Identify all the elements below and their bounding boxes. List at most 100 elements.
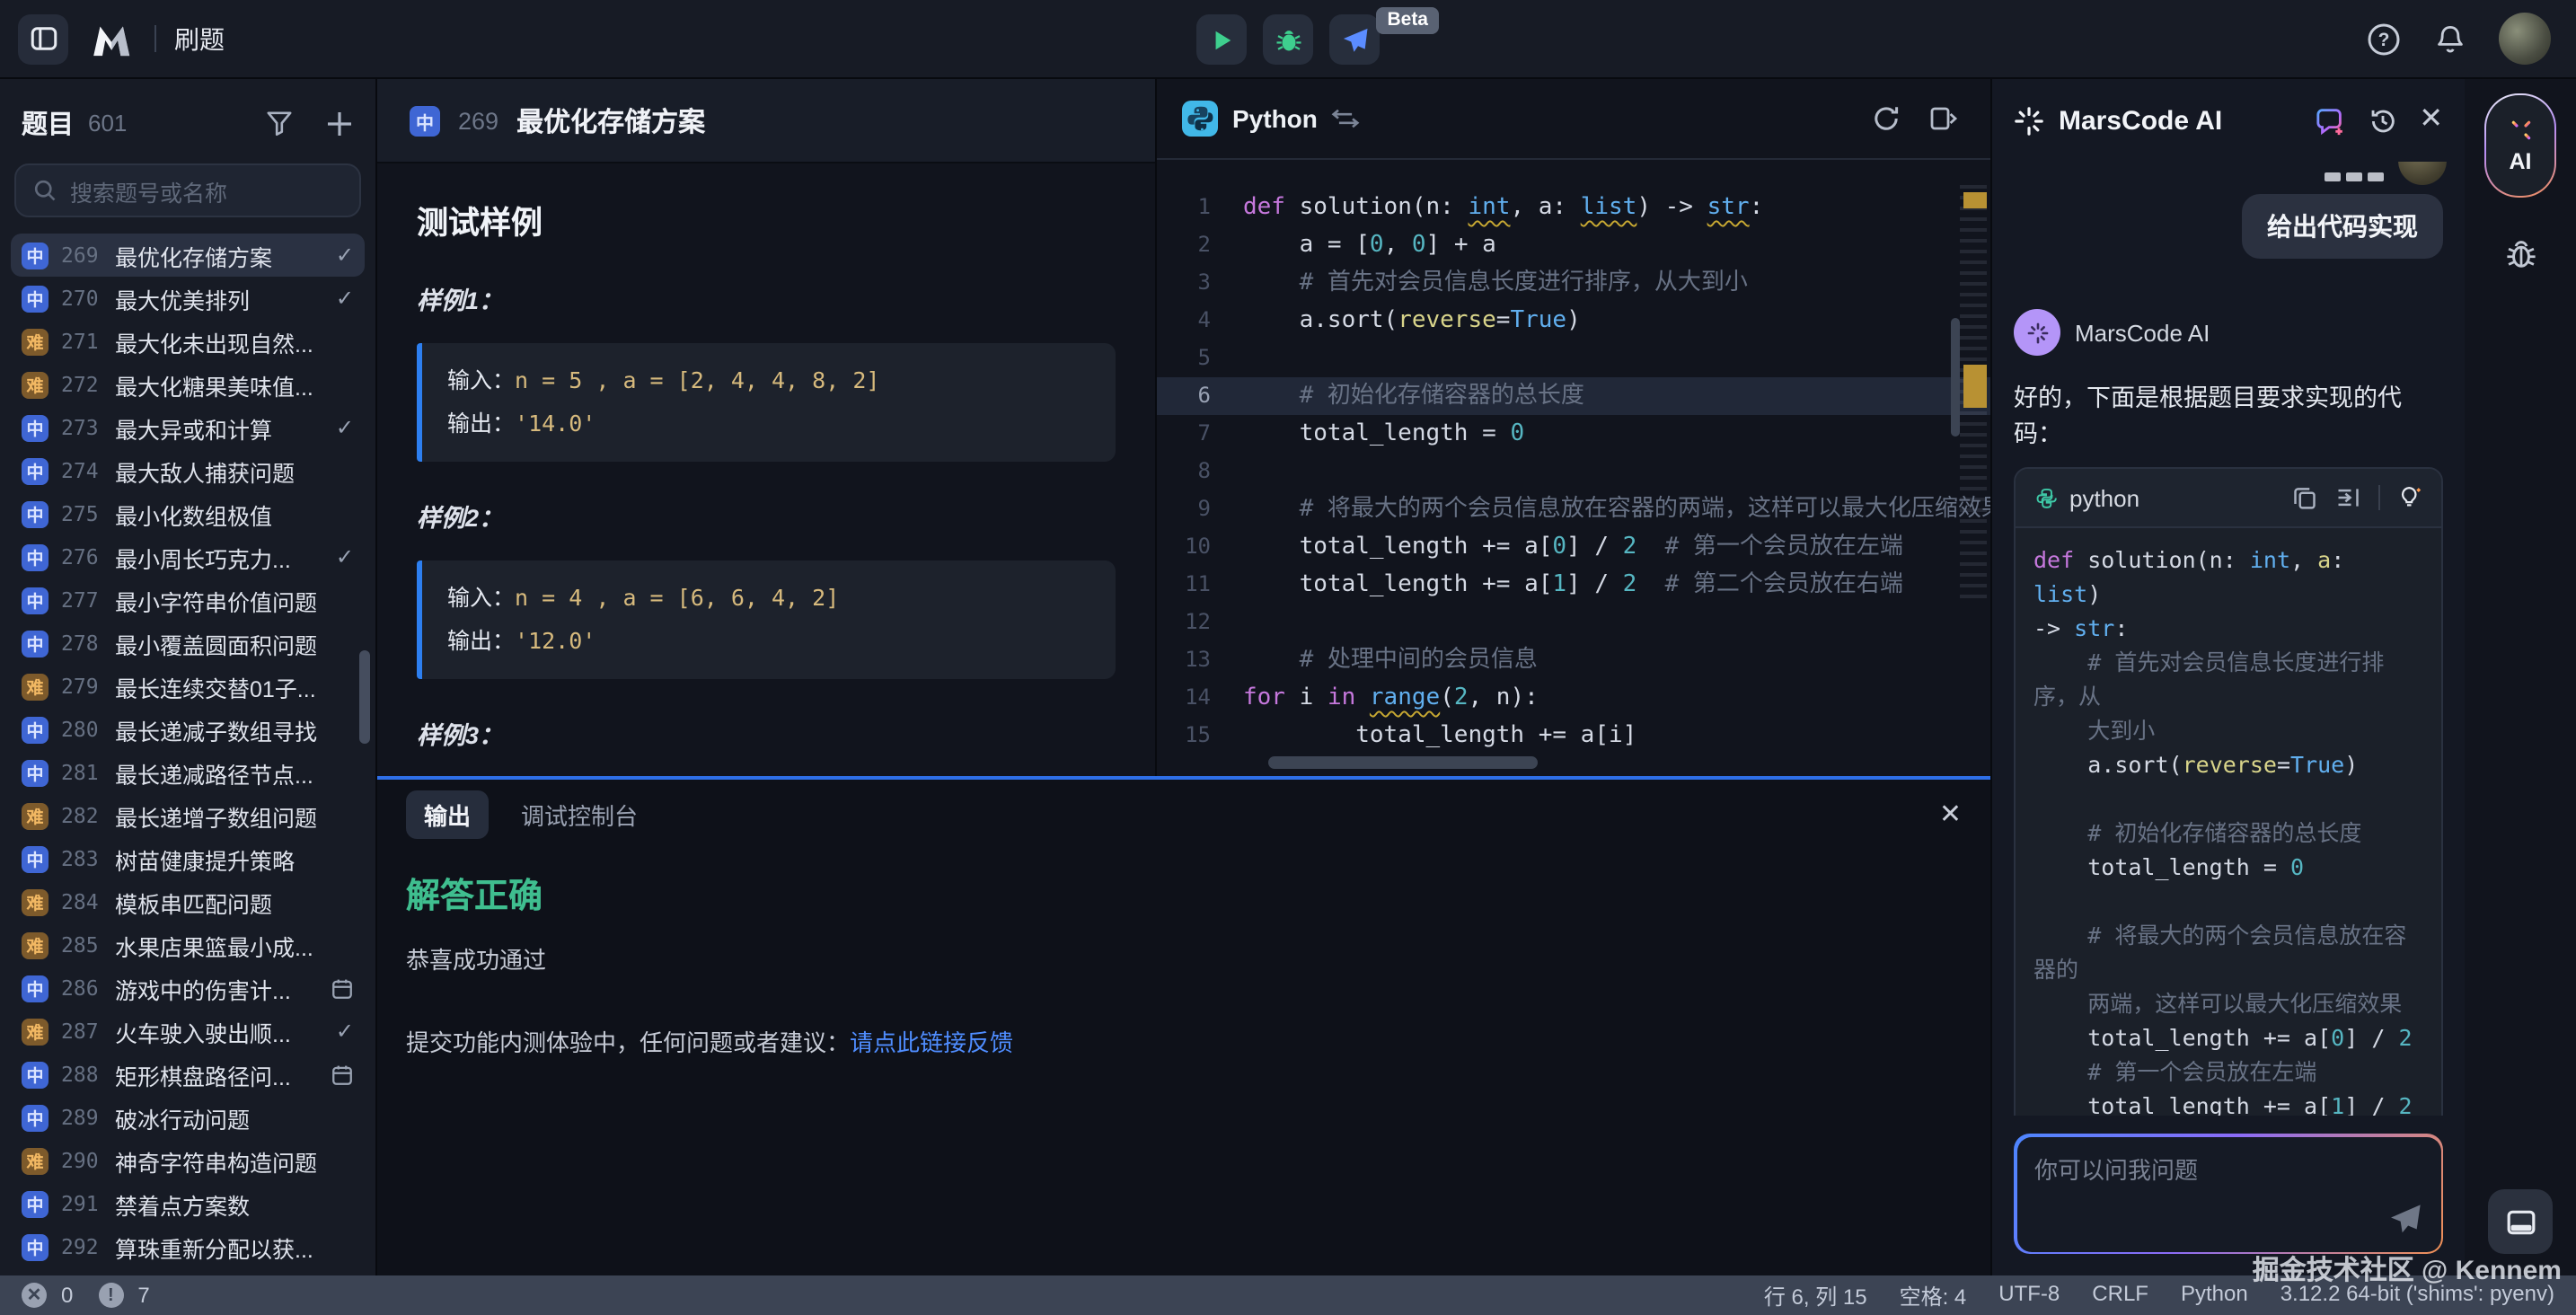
problem-number: 274: [61, 458, 102, 483]
problem-item[interactable]: 中286游戏中的伤害计...: [11, 966, 365, 1010]
editor-vertical-scrollbar[interactable]: [1951, 318, 1960, 437]
add-problem-icon[interactable]: [325, 109, 354, 137]
problem-item[interactable]: 难290神奇字符串构造问题: [11, 1139, 365, 1182]
problem-list: 中269最优化存储方案✓中270最大优美排列✓难271最大化未出现自然...难2…: [0, 234, 375, 1275]
line-number: 8: [1157, 453, 1243, 490]
watermark: 掘金技术社区 @ Kennem: [2253, 1250, 2562, 1288]
result-title: 解答正确: [406, 869, 1962, 918]
problem-number: 272: [61, 372, 102, 397]
difficulty-badge: 难: [22, 888, 49, 915]
problem-number: 291: [61, 1191, 102, 1216]
help-icon[interactable]: ?: [2366, 21, 2402, 57]
problem-item-title: 游戏中的伤害计...: [115, 971, 318, 1005]
difficulty-badge: 难: [22, 931, 49, 958]
difficulty-badge: 中: [22, 414, 49, 441]
code-line-text: # 处理中间的会员信息: [1243, 641, 1538, 679]
problem-item[interactable]: 中270最大优美排列✓: [11, 277, 365, 320]
editor-line: 3 # 首先对会员信息长度进行排序，从大到小: [1157, 264, 1990, 302]
problem-item[interactable]: 中291禁着点方案数: [11, 1182, 365, 1225]
code-editor[interactable]: 1def solution(n: int, a: list) -> str:2 …: [1157, 160, 1990, 776]
problem-item[interactable]: 中283树苗健康提升策略: [11, 837, 365, 880]
send-icon[interactable]: [2386, 1201, 2422, 1237]
errors-count: 0: [61, 1283, 73, 1308]
problem-number: 288: [61, 1062, 102, 1087]
sidebar-toggle-button[interactable]: [18, 13, 68, 64]
problem-item[interactable]: 中280最长递减子数组寻找: [11, 708, 365, 751]
problem-item[interactable]: 中288矩形棋盘路径问...: [11, 1053, 365, 1096]
ai-chat-input[interactable]: 你可以问我问题: [2016, 1136, 2440, 1251]
statusbar-item[interactable]: 空格: 4: [1900, 1280, 1967, 1311]
ai-activity-button[interactable]: AI: [2484, 93, 2556, 198]
topbar: 刷题 Beta ?: [0, 0, 2576, 79]
minimap[interactable]: [1960, 185, 1987, 598]
sample-block: 输入：n = 4 , a = [6, 6, 4, 2] 输出：'12.0': [417, 560, 1116, 679]
problem-item[interactable]: 中281最长递减路径节点...: [11, 751, 365, 794]
feedback-link[interactable]: 请点此链接反馈: [850, 1029, 1013, 1056]
run-controls: Beta: [1196, 14, 1380, 65]
problems-summary[interactable]: ✕ 0 ! 7: [22, 1283, 161, 1308]
problem-item[interactable]: 中274最大敌人捕获问题: [11, 449, 365, 492]
difficulty-badge: 中: [22, 500, 49, 527]
problem-item[interactable]: 难285水果店果篮最小成...: [11, 923, 365, 966]
editor-line: 4 a.sort(reverse=True): [1157, 302, 1990, 340]
editor-horizontal-scrollbar[interactable]: [1268, 756, 1538, 769]
problem-item[interactable]: 难272最大化糖果美味值...: [11, 363, 365, 406]
minimap-marker: [1963, 365, 1987, 408]
problem-item[interactable]: 中276最小周长巧克力...✓: [11, 535, 365, 578]
submit-button[interactable]: Beta: [1329, 14, 1380, 65]
problem-number: 285: [61, 932, 102, 958]
editor-line: 8: [1157, 453, 1990, 490]
run-button[interactable]: [1196, 14, 1247, 65]
statusbar-item[interactable]: Python: [2181, 1280, 2248, 1311]
difficulty-badge: 中: [22, 1104, 49, 1131]
editor-language-tab[interactable]: Python: [1232, 104, 1318, 133]
new-chat-icon[interactable]: [2315, 105, 2345, 136]
debug-activity-icon[interactable]: [2503, 237, 2537, 271]
history-icon[interactable]: [2367, 105, 2397, 136]
apply-code-icon[interactable]: [2398, 485, 2423, 510]
notifications-bell-icon[interactable]: [2434, 22, 2466, 55]
tab-debug-console[interactable]: 调试控制台: [521, 797, 638, 831]
problem-item[interactable]: 中269最优化存储方案✓: [11, 234, 365, 277]
ai-close-icon[interactable]: ✕: [2419, 106, 2443, 135]
statusbar-item[interactable]: 行 6, 列 15: [1764, 1280, 1867, 1311]
copy-code-icon[interactable]: [2292, 485, 2317, 510]
problem-item[interactable]: 难279最长连续交替01子...: [11, 665, 365, 708]
problem-item[interactable]: 中278最小覆盖圆面积问题: [11, 622, 365, 665]
problem-item[interactable]: 中273最大异或和计算✓: [11, 406, 365, 449]
problem-item-title: 矩形棋盘路径问...: [115, 1057, 318, 1091]
insert-code-icon[interactable]: [2335, 485, 2360, 510]
tab-output[interactable]: 输出: [406, 790, 489, 838]
toggle-panel-button[interactable]: [2488, 1189, 2553, 1254]
problem-item[interactable]: 中289破冰行动问题: [11, 1096, 365, 1139]
ai-code-line: total_length = 0: [2033, 850, 2423, 884]
ai-code-line: total_length += a[1] / 2: [2033, 1089, 2423, 1116]
sidebar-scrollbar[interactable]: [359, 650, 370, 744]
statusbar-item[interactable]: UTF-8: [1998, 1280, 2060, 1311]
problem-item[interactable]: 难271最大化未出现自然...: [11, 320, 365, 363]
filter-icon[interactable]: [266, 110, 293, 137]
problem-item[interactable]: 难282最长递增子数组问题: [11, 794, 365, 837]
search-input[interactable]: 搜索题号或名称: [14, 163, 361, 217]
problem-item[interactable]: 难287火车驶入驶出顺...✓: [11, 1010, 365, 1053]
code-line-text: total_length = 0: [1243, 415, 1524, 453]
language-switch-icon[interactable]: [1332, 108, 1361, 129]
difficulty-badge: 中: [22, 975, 49, 1002]
code-card-divider: [2378, 485, 2380, 510]
statusbar-item[interactable]: CRLF: [2092, 1280, 2148, 1311]
output-close-icon[interactable]: ✕: [1939, 798, 1962, 830]
reset-code-icon[interactable]: [1872, 104, 1901, 133]
topbar-right: ?: [2366, 13, 2558, 65]
problem-item[interactable]: 中292算珠重新分配以获...: [11, 1225, 365, 1268]
user-avatar[interactable]: [2499, 13, 2551, 65]
difficulty-badge: 中: [22, 845, 49, 872]
split-editor-icon[interactable]: [1929, 104, 1958, 133]
difficulty-badge: 中: [22, 716, 49, 743]
difficulty-badge: 难: [22, 1018, 49, 1045]
problem-item[interactable]: 中275最小化数组极值: [11, 492, 365, 535]
problem-sidebar: 题目 601 搜索题号或名称 中269最优化存储方案✓中270最大优美排列✓难2…: [0, 79, 377, 1275]
problem-panel: 中 269 最优化存储方案 测试样例 样例1： 输入：n = 5 , a = […: [377, 79, 1157, 776]
problem-item[interactable]: 难284模板串匹配问题: [11, 880, 365, 923]
problem-item[interactable]: 中277最小字符串价值问题: [11, 578, 365, 622]
debug-button[interactable]: [1263, 14, 1313, 65]
